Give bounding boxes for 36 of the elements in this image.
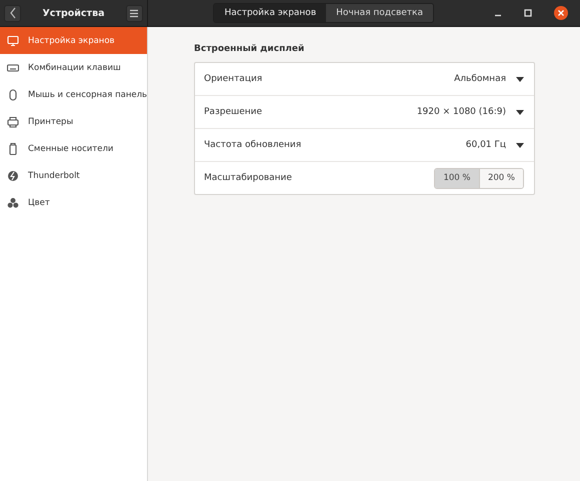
setting-dropdown[interactable]: Альбомная — [454, 74, 524, 84]
caret-icon — [516, 76, 524, 82]
header-tab[interactable]: Ночная подсветка — [326, 4, 433, 22]
scale-option[interactable]: 100 % — [435, 168, 479, 188]
header-title: Устройства — [42, 8, 104, 18]
menu-button[interactable] — [126, 4, 143, 22]
sidebar-item[interactable]: Настройка экранов — [0, 27, 147, 54]
sidebar-item[interactable]: Принтеры — [0, 108, 147, 135]
keyboard-icon — [7, 62, 19, 74]
setting-dropdown[interactable]: 60,01 Гц — [466, 140, 524, 150]
setting-label: Разрешение — [204, 107, 262, 117]
setting-label: Ориентация — [204, 74, 262, 84]
setting-label: Частота обновления — [204, 140, 302, 150]
sidebar-item[interactable]: Мышь и сенсорная панель — [0, 81, 147, 108]
sidebar-item[interactable]: Сменные носители — [0, 135, 147, 162]
setting-label: Масштабирование — [204, 173, 292, 183]
caret-icon — [516, 110, 524, 114]
setting-dropdown[interactable]: 1920 × 1080 (16:9) — [416, 107, 524, 117]
section-title: Встроенный дисплей — [194, 44, 306, 54]
sidebar-item[interactable]: Комбинации клавиш — [0, 54, 147, 81]
back-icon — [8, 7, 16, 19]
maximize-icon[interactable] — [524, 9, 532, 17]
printer-icon — [7, 116, 19, 128]
scale-option[interactable]: 200 % — [479, 168, 523, 188]
sidebar-item[interactable]: Thunderbolt — [0, 162, 147, 189]
close-icon[interactable] — [554, 6, 568, 20]
color-icon — [7, 196, 19, 208]
back-button[interactable] — [4, 4, 21, 22]
bolt-icon — [7, 170, 19, 182]
monitor-icon — [7, 34, 19, 46]
menu-icon — [129, 8, 140, 18]
drive-icon — [7, 142, 19, 154]
sidebar-item[interactable]: Цвет — [0, 189, 147, 216]
mouse-icon — [7, 88, 19, 100]
header-tab[interactable]: Настройка экранов — [214, 4, 326, 22]
caret-icon — [516, 142, 524, 148]
